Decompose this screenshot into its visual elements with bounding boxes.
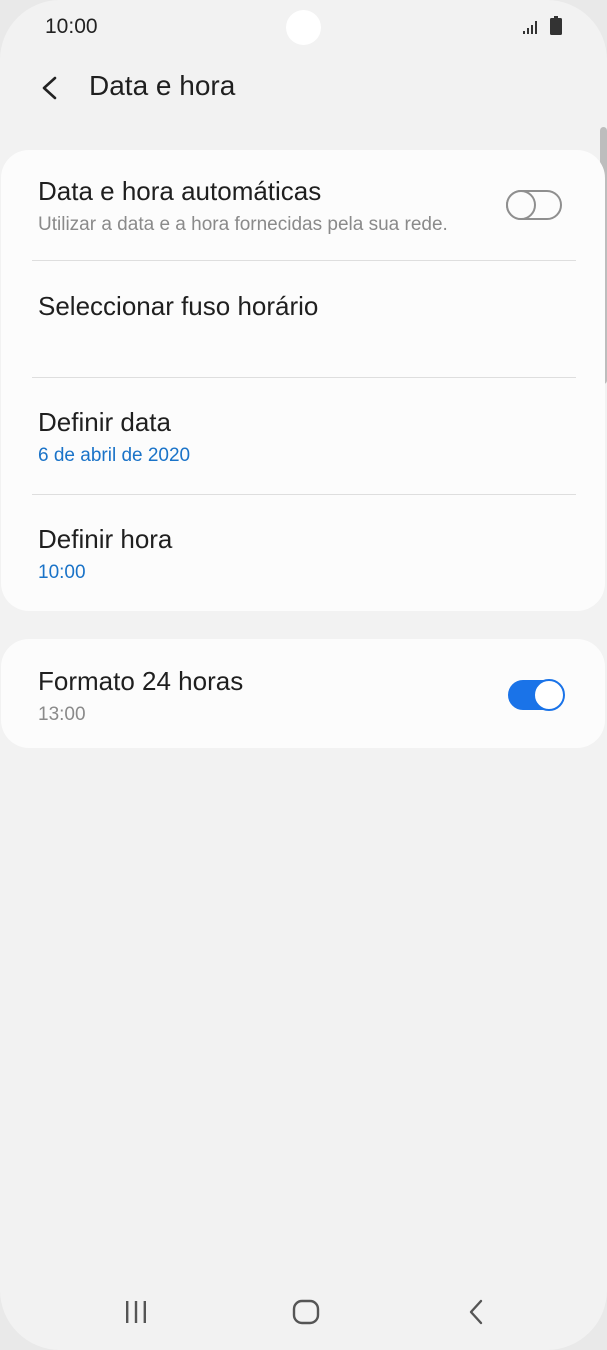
select-timezone-row[interactable]: Seleccionar fuso horário [1,261,605,378]
battery-icon [550,16,562,35]
row-title: Formato 24 horas [38,666,244,696]
navigation-bar [0,1270,607,1350]
24-hour-format-row[interactable]: Formato 24 horas 13:00 [1,639,605,748]
status-time: 10:00 [45,15,98,38]
home-icon [292,1299,320,1325]
row-subtitle: Utilizar a data e a hora fornecidas pela… [38,214,448,235]
auto-date-time-toggle[interactable] [506,190,562,220]
back-icon [469,1299,483,1325]
status-bar: 10:00 [0,0,607,56]
home-button[interactable] [278,1284,334,1340]
recents-icon [126,1301,146,1323]
date-value: 6 de abril de 2020 [38,445,191,466]
24-hour-format-toggle[interactable] [508,679,565,711]
row-title: Data e hora automáticas [38,176,322,206]
set-date-row[interactable]: Definir data 6 de abril de 2020 [1,378,605,495]
phone-screen: 10:00 Data e hora Data e hora automática… [0,0,607,1350]
settings-card-date-time: Data e hora automáticas Utilizar a data … [1,150,605,611]
recents-button[interactable] [108,1284,164,1340]
time-value: 10:00 [38,562,86,583]
chevron-left-icon [42,76,57,100]
toggle-knob [506,190,536,220]
page-title: Data e hora [89,70,236,101]
row-subtitle: 13:00 [38,704,86,725]
set-time-row[interactable]: Definir hora 10:00 [1,495,605,611]
signal-icon [523,21,537,34]
row-title: Definir data [38,407,171,437]
back-button[interactable] [28,66,72,110]
row-title: Definir hora [38,524,173,554]
app-header: Data e hora [0,60,607,116]
auto-date-time-row[interactable]: Data e hora automáticas Utilizar a data … [1,150,605,261]
settings-card-format: Formato 24 horas 13:00 [1,639,605,748]
row-title: Seleccionar fuso horário [38,291,319,321]
camera-cutout [286,10,321,45]
toggle-knob [533,679,565,711]
nav-back-button[interactable] [448,1284,504,1340]
